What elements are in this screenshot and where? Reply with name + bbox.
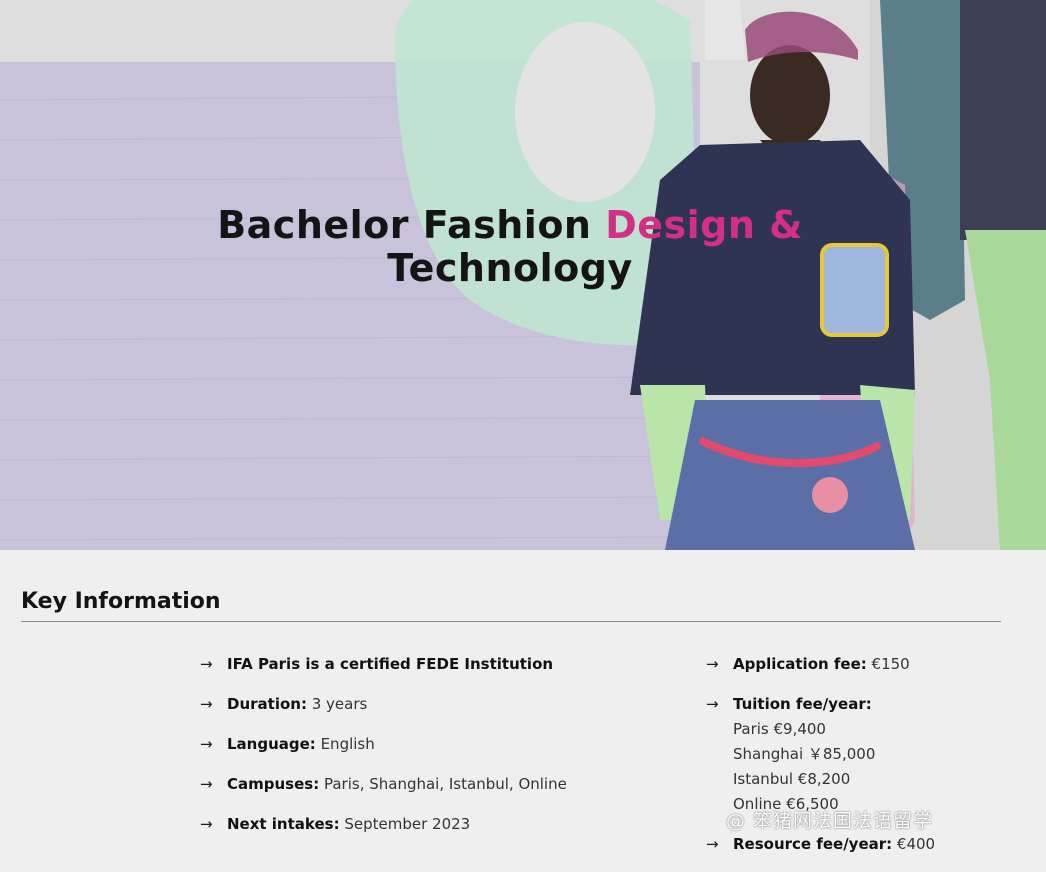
watermark: @ 笨猪网法国法语留学 bbox=[726, 810, 934, 832]
arrow-right-icon: → bbox=[706, 695, 719, 713]
tuition-paris: Paris €9,400 bbox=[733, 720, 826, 738]
info-label: Campuses: bbox=[227, 775, 320, 793]
info-label: Next intakes: bbox=[227, 815, 340, 833]
title-part-main: Bachelor Fashion bbox=[217, 203, 606, 247]
info-value: €400 bbox=[892, 835, 936, 853]
key-information-heading: Key Information bbox=[21, 589, 221, 614]
section-divider bbox=[21, 621, 1001, 622]
info-label: Tuition fee/year: bbox=[733, 695, 872, 713]
hero-banner: Bachelor Fashion Design & Technology bbox=[0, 0, 1046, 550]
key-info-left-list: → IFA Paris is a certified FEDE Institut… bbox=[200, 652, 660, 852]
title-part-accent: Design & bbox=[605, 203, 803, 247]
tuition-istanbul: Istanbul €8,200 bbox=[733, 770, 851, 788]
info-item-certification: → IFA Paris is a certified FEDE Institut… bbox=[200, 652, 660, 677]
arrow-right-icon: → bbox=[200, 815, 213, 833]
info-label: Duration: bbox=[227, 695, 307, 713]
info-item-campuses: → Campuses: Paris, Shanghai, Istanbul, O… bbox=[200, 772, 660, 797]
key-info-right-list: → Application fee: €150 → Tuition fee/ye… bbox=[706, 652, 1026, 872]
info-value: Paris, Shanghai, Istanbul, Online bbox=[319, 775, 567, 793]
info-item-duration: → Duration: 3 years bbox=[200, 692, 660, 717]
info-item-tuition: → Tuition fee/year: Paris €9,400 Shangha… bbox=[706, 692, 1026, 817]
info-value: English bbox=[315, 735, 375, 753]
info-value: €150 bbox=[866, 655, 910, 673]
info-label: Resource fee/year: bbox=[733, 835, 893, 853]
arrow-right-icon: → bbox=[200, 735, 213, 753]
info-value: 3 years bbox=[306, 695, 368, 713]
info-value: September 2023 bbox=[339, 815, 471, 833]
arrow-right-icon: → bbox=[706, 655, 719, 673]
arrow-right-icon: → bbox=[200, 695, 213, 713]
arrow-right-icon: → bbox=[200, 775, 213, 793]
info-label: IFA Paris is a certified FEDE Institutio… bbox=[227, 655, 554, 673]
arrow-right-icon: → bbox=[200, 655, 213, 673]
info-item-resource-fee: → Resource fee/year: €400 bbox=[706, 832, 1026, 857]
info-label: Application fee: bbox=[733, 655, 867, 673]
tuition-shanghai: Shanghai ￥85,000 bbox=[733, 745, 876, 763]
page-title: Bachelor Fashion Design & Technology bbox=[200, 204, 820, 290]
info-item-intakes: → Next intakes: September 2023 bbox=[200, 812, 660, 837]
arrow-right-icon: → bbox=[706, 835, 719, 853]
info-item-application-fee: → Application fee: €150 bbox=[706, 652, 1026, 677]
info-item-language: → Language: English bbox=[200, 732, 660, 757]
title-part-second: Technology bbox=[387, 246, 633, 290]
info-label: Language: bbox=[227, 735, 316, 753]
